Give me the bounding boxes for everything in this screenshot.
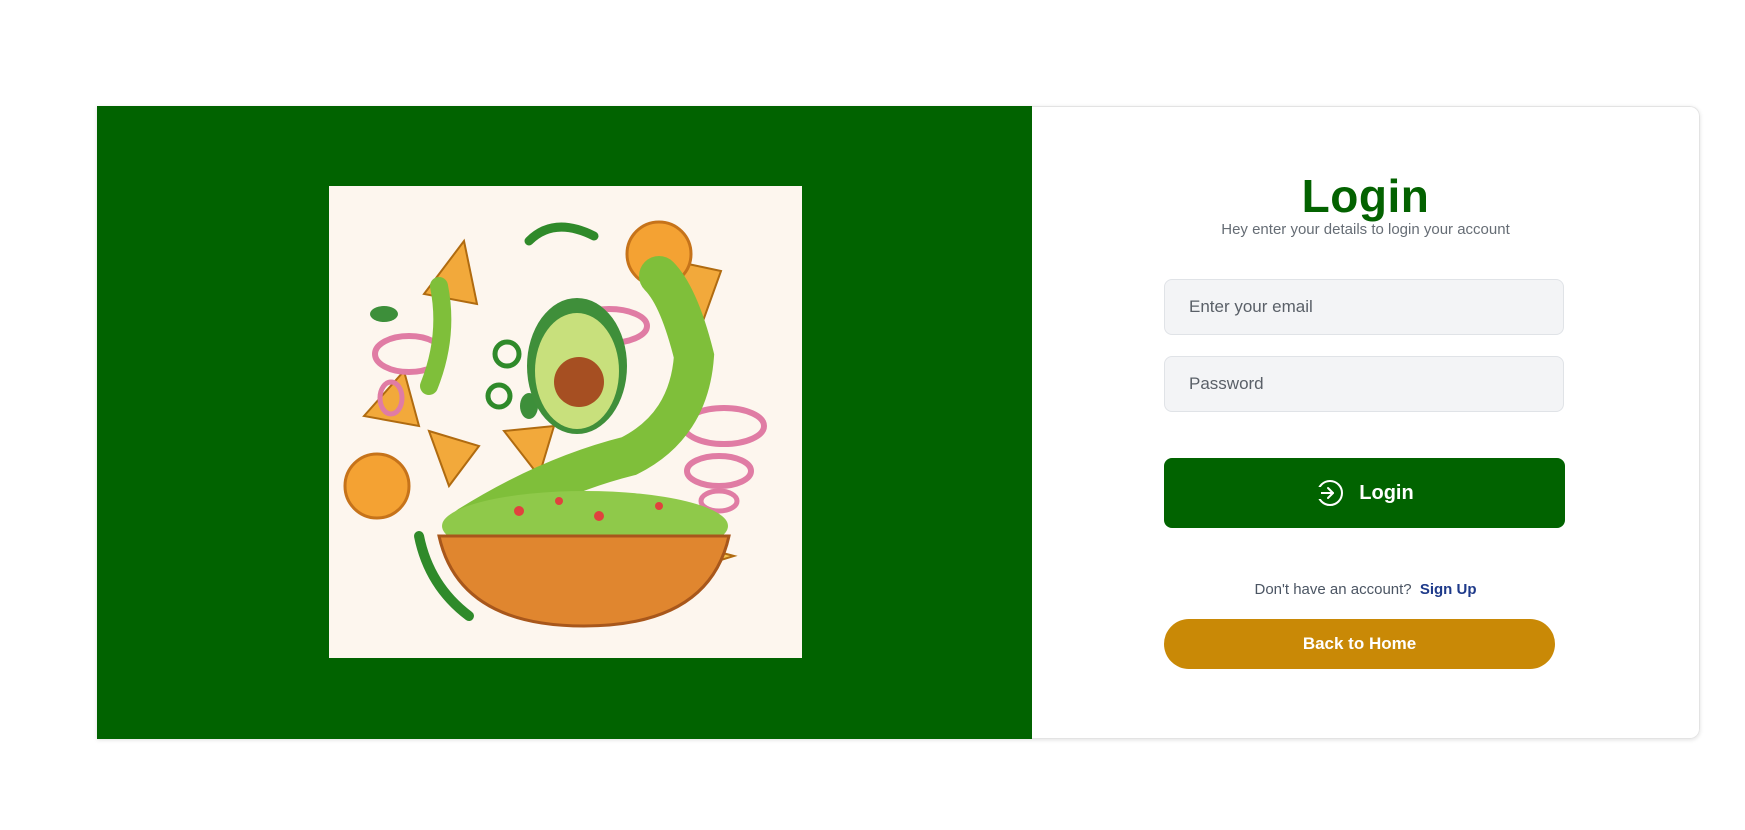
signup-prompt-text: Don't have an account? xyxy=(1254,581,1412,598)
login-card: Login Hey enter your details to login yo… xyxy=(97,106,1700,739)
page-title: Login xyxy=(1301,170,1430,222)
signup-link[interactable]: Sign Up xyxy=(1420,581,1477,598)
illustration-panel xyxy=(97,106,1032,739)
signup-prompt-row: Don't have an account? Sign Up xyxy=(1032,581,1699,598)
email-input[interactable] xyxy=(1164,279,1564,335)
login-button[interactable]: Login xyxy=(1164,458,1565,528)
login-arrow-icon xyxy=(1315,480,1344,506)
guacamole-illustration xyxy=(329,186,802,658)
password-input[interactable] xyxy=(1164,356,1564,412)
login-button-label: Login xyxy=(1359,481,1414,504)
back-to-home-button[interactable]: Back to Home xyxy=(1164,619,1555,669)
login-form-panel: Login Hey enter your details to login yo… xyxy=(1032,106,1700,739)
page-subtitle: Hey enter your details to login your acc… xyxy=(1221,221,1510,238)
